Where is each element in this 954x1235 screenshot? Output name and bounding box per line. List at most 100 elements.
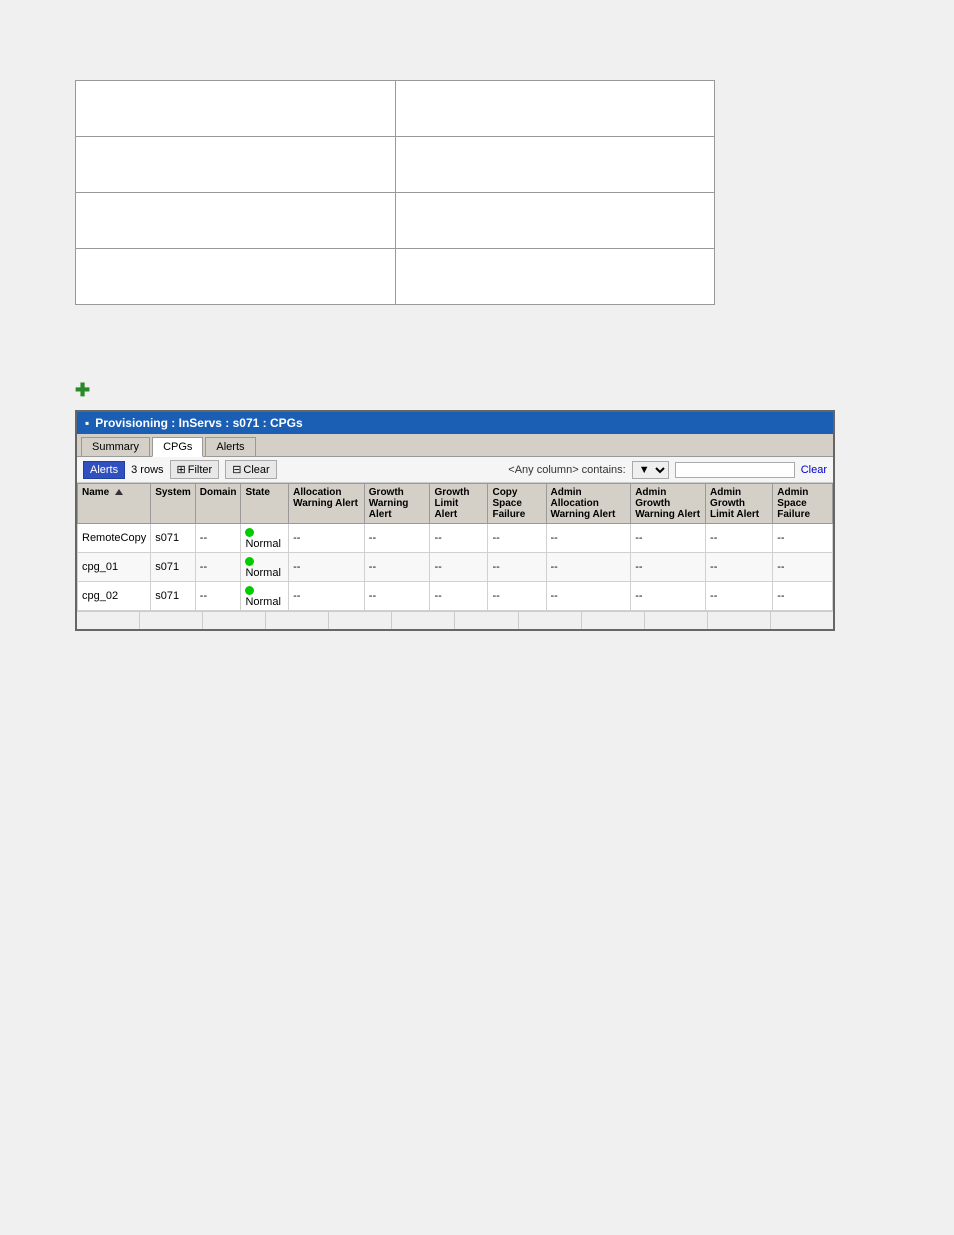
tabs-row: Summary CPGs Alerts [77,434,833,457]
table-cell: -- [773,524,833,553]
table-cell: -- [364,553,430,582]
table-cell: -- [706,582,773,611]
col-header-state[interactable]: State [241,484,289,524]
table-cell: -- [773,553,833,582]
table-cell: -- [546,553,631,582]
table-cell: -- [289,553,365,582]
table-cell: -- [430,524,488,553]
table-cell: -- [773,582,833,611]
top-grid [75,80,715,305]
top-grid-row [76,137,714,193]
table-cell: -- [488,524,546,553]
status-cell-11 [708,612,771,629]
table-cell: s071 [151,582,196,611]
table-cell: -- [706,524,773,553]
table-cell: s071 [151,524,196,553]
table-cell: -- [631,553,706,582]
cpg-table: Name System Domain State Allocation Warn… [77,483,833,611]
top-grid-cell [76,81,396,136]
table-cell: cpg_01 [78,553,151,582]
table-cell: -- [364,582,430,611]
table-cell: -- [430,553,488,582]
status-cell-10 [645,612,708,629]
status-cell-1 [77,612,140,629]
table-cell: -- [631,524,706,553]
col-header-domain[interactable]: Domain [195,484,241,524]
status-cell-3 [203,612,266,629]
main-panel: ▪ Provisioning : InServs : s071 : CPGs S… [75,410,835,631]
tab-summary[interactable]: Summary [81,437,150,456]
col-header-admin-alloc[interactable]: Admin Allocation Warning Alert [546,484,631,524]
cell-state: Normal [241,524,289,553]
table-header-row: Name System Domain State Allocation Warn… [78,484,833,524]
clear-icon: ⊟ [232,463,241,476]
table-row[interactable]: RemoteCopys071--Normal---------------- [78,524,833,553]
col-header-admin-growth[interactable]: Admin Growth Warning Alert [631,484,706,524]
status-cell-4 [266,612,329,629]
alerts-dropdown[interactable]: Alerts [83,461,125,479]
top-grid-row [76,193,714,249]
status-cell-5 [329,612,392,629]
filter-any-column-label: <Any column> contains: [508,464,625,476]
table-cell: -- [195,553,241,582]
tab-alerts[interactable]: Alerts [205,437,255,456]
table-cell: RemoteCopy [78,524,151,553]
table-cell: -- [488,553,546,582]
table-cell: s071 [151,553,196,582]
top-grid-cell [76,249,396,304]
status-cell-9 [582,612,645,629]
status-cell-8 [519,612,582,629]
top-grid-cell [396,193,715,248]
table-cell: -- [631,582,706,611]
title-bar: ▪ Provisioning : InServs : s071 : CPGs [77,412,833,434]
top-grid-row [76,249,714,304]
clear-button[interactable]: ⊟ Clear [225,460,277,479]
table-cell: -- [488,582,546,611]
col-header-growth-limit[interactable]: Growth Limit Alert [430,484,488,524]
col-header-allocation-warning[interactable]: Allocation Warning Alert [289,484,365,524]
table-cell: -- [289,524,365,553]
table-body: RemoteCopys071--Normal----------------cp… [78,524,833,611]
add-icon[interactable]: ✚ [75,380,90,401]
table-cell: -- [195,582,241,611]
top-grid-cell [396,81,715,136]
status-dot-icon [245,586,254,595]
panel-title: Provisioning : InServs : s071 : CPGs [95,416,302,430]
top-grid-cell [76,137,396,192]
filter-search-input[interactable] [675,462,795,478]
sort-asc-icon [115,489,123,495]
col-header-admin-growth-limit[interactable]: Admin Growth Limit Alert [706,484,773,524]
table-cell: -- [364,524,430,553]
table-cell: -- [195,524,241,553]
table-cell: -- [706,553,773,582]
tab-cpgs[interactable]: CPGs [152,437,203,457]
top-grid-row [76,81,714,137]
top-grid-cell [396,137,715,192]
clear-label: Clear [243,464,269,476]
col-header-system[interactable]: System [151,484,196,524]
col-header-growth-warning[interactable]: Growth Warning Alert [364,484,430,524]
toolbar: Alerts 3 rows ⊞ Filter ⊟ Clear <Any colu… [77,457,833,483]
status-cell-12 [771,612,833,629]
col-header-name[interactable]: Name [78,484,151,524]
title-bar-icon: ▪ [85,416,89,430]
col-header-admin-space[interactable]: Admin Space Failure [773,484,833,524]
table-cell: -- [546,582,631,611]
table-cell: -- [546,524,631,553]
col-header-copy-space[interactable]: Copy Space Failure [488,484,546,524]
table-row[interactable]: cpg_01s071--Normal---------------- [78,553,833,582]
status-bar [77,611,833,629]
top-grid-cell [396,249,715,304]
filter-column-dropdown[interactable]: ▼ [632,461,669,479]
status-dot-icon [245,528,254,537]
filter-button[interactable]: ⊞ Filter [170,460,220,479]
row-count: 3 rows [131,464,163,476]
top-grid-cell [76,193,396,248]
table-row[interactable]: cpg_02s071--Normal---------------- [78,582,833,611]
table-cell: -- [289,582,365,611]
status-cell-6 [392,612,455,629]
filter-icon: ⊞ [177,463,186,476]
table-cell: cpg_02 [78,582,151,611]
clear-filter-link[interactable]: Clear [801,464,827,476]
status-dot-icon [245,557,254,566]
